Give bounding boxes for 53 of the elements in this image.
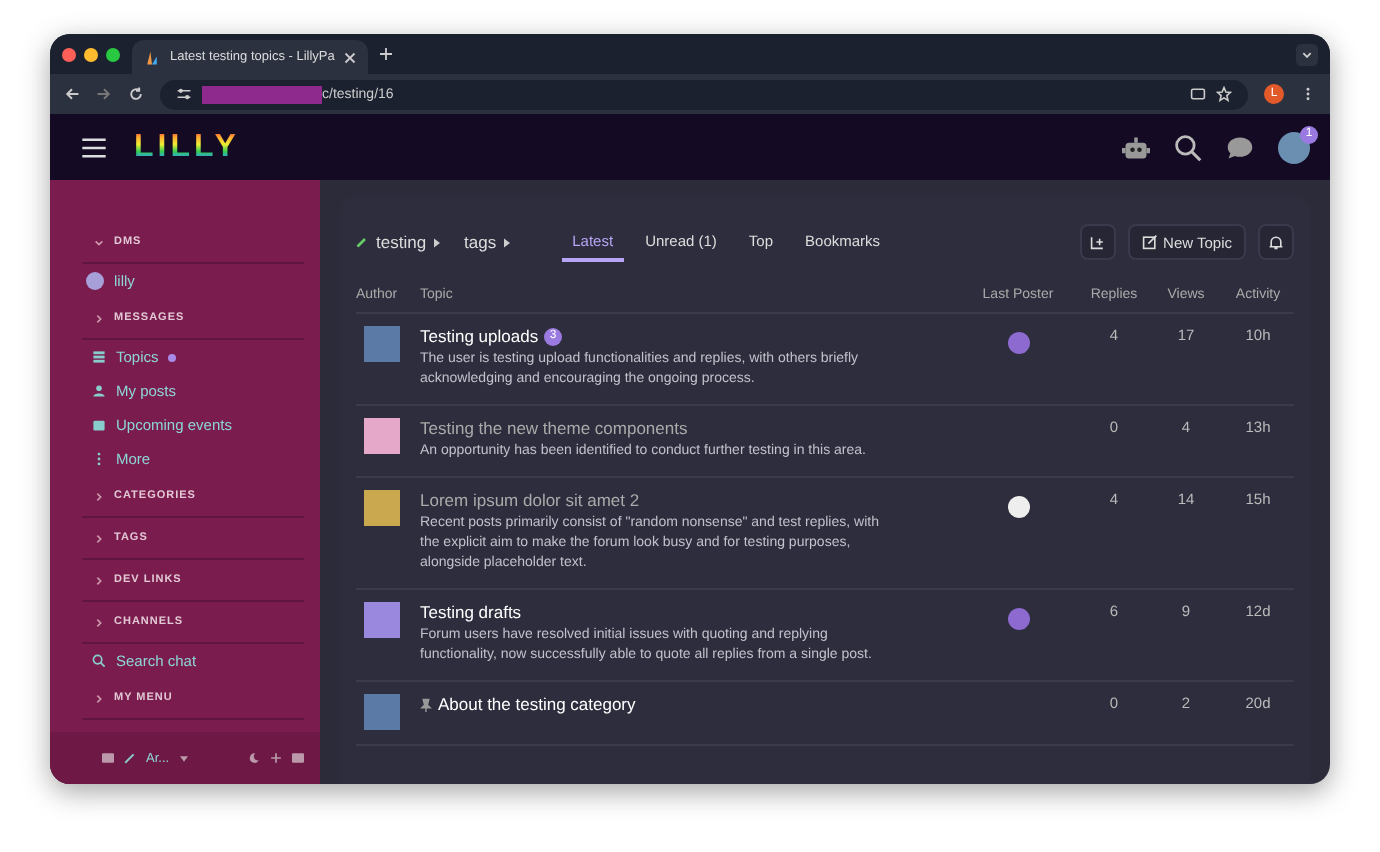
chevron-icon <box>94 237 104 247</box>
topic-title-link[interactable]: Testing drafts <box>420 602 522 622</box>
reload-icon[interactable] <box>128 86 144 102</box>
calendar-icon <box>92 418 106 432</box>
topic-title-link[interactable]: Lorem ipsum dolor sit amet 2 <box>420 490 640 510</box>
moon-icon[interactable] <box>248 752 260 764</box>
notification-button[interactable] <box>1258 224 1294 260</box>
caret-icon <box>179 755 188 761</box>
topic-title-link[interactable]: Testing uploads <box>420 326 539 346</box>
plus-icon[interactable] <box>270 752 282 764</box>
bell-icon <box>1268 234 1284 250</box>
keyboard-icon[interactable] <box>102 752 114 764</box>
caret-icon <box>434 237 441 247</box>
caret-icon <box>504 237 511 247</box>
keyboard-icon[interactable] <box>292 752 304 764</box>
redaction-bar <box>202 85 322 103</box>
menu-icon[interactable] <box>82 137 106 157</box>
person-icon <box>92 384 106 398</box>
maximize-window-button[interactable] <box>106 47 120 61</box>
chevron-icon <box>94 575 104 585</box>
pencil-icon <box>356 236 368 248</box>
close-icon[interactable] <box>344 51 357 63</box>
stack-icon <box>92 350 106 364</box>
back-icon[interactable] <box>64 86 80 102</box>
avatar <box>86 272 104 290</box>
chevron-icon <box>94 313 104 323</box>
chevron-icon <box>94 617 104 627</box>
category-dropdown[interactable]: testing <box>356 232 453 252</box>
minimize-window-button[interactable] <box>84 47 98 61</box>
add-document-icon <box>1089 234 1106 250</box>
search-icon <box>92 654 106 668</box>
chevron-icon <box>94 491 104 501</box>
forward-icon[interactable] <box>96 86 112 102</box>
site-settings-icon[interactable] <box>176 86 192 102</box>
edit-icon <box>1141 234 1158 250</box>
robot-icon[interactable] <box>1122 133 1150 161</box>
add-document-button[interactable] <box>1079 224 1116 260</box>
dots-icon <box>92 452 106 466</box>
brush-icon[interactable] <box>124 752 136 764</box>
favicon-icon <box>144 49 160 65</box>
close-window-button[interactable] <box>62 47 76 61</box>
tags-dropdown[interactable]: tags <box>464 232 523 252</box>
search-icon[interactable] <box>1174 133 1202 161</box>
last-poster-avatar[interactable] <box>1007 496 1029 518</box>
install-icon[interactable] <box>1190 86 1206 102</box>
chevron-icon <box>94 533 104 543</box>
star-icon[interactable] <box>1216 86 1232 102</box>
topic-title-link[interactable]: Testing the new theme components <box>420 418 688 438</box>
topic-title-link[interactable]: About the testing category <box>438 694 636 714</box>
tab-list-icon[interactable] <box>1296 43 1318 65</box>
chevron-icon <box>94 693 104 703</box>
chat-icon[interactable] <box>1226 133 1254 161</box>
new-tab-icon[interactable] <box>380 48 393 60</box>
